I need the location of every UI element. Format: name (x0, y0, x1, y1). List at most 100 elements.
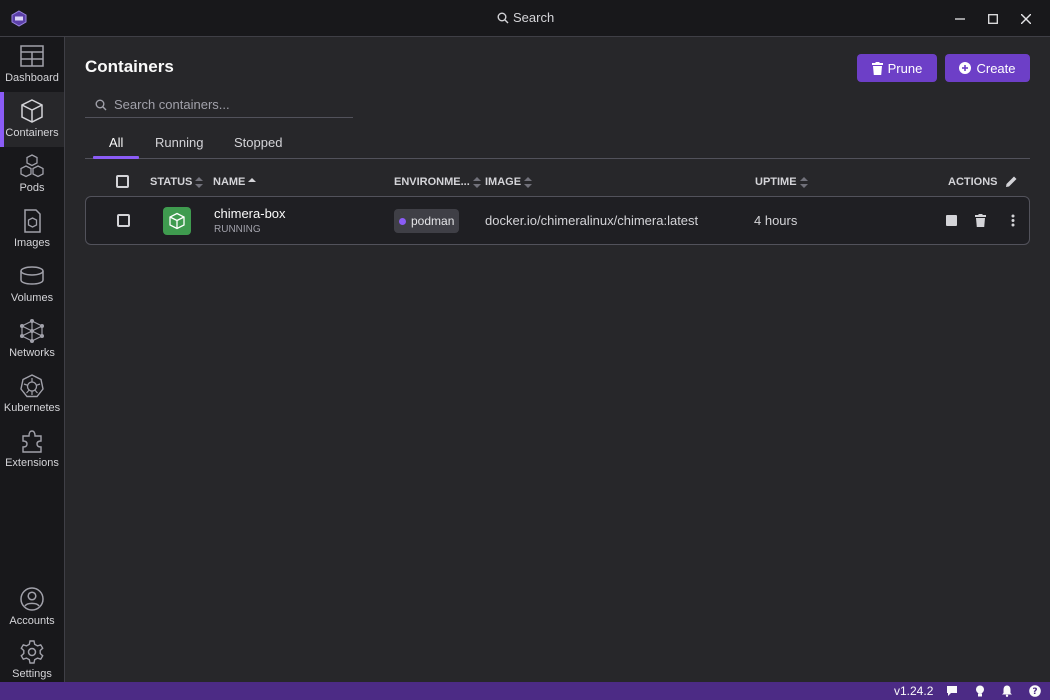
sidebar-item-volumes[interactable]: Volumes (0, 257, 64, 312)
table-row[interactable]: chimera-box RUNNING podman docker.io/chi… (85, 196, 1030, 245)
sidebar-item-kubernetes[interactable]: Kubernetes (0, 367, 64, 422)
environment-label: podman (411, 214, 455, 228)
minimize-icon (955, 18, 965, 20)
sidebar-item-networks[interactable]: Networks (0, 312, 64, 367)
tab-stopped[interactable]: Stopped (234, 135, 282, 159)
column-header-uptime[interactable]: UPTIME (755, 176, 808, 188)
prune-label: Prune (887, 60, 923, 76)
sidebar-item-accounts[interactable]: Accounts (0, 580, 64, 635)
search-input[interactable] (114, 97, 344, 112)
container-image: docker.io/chimeralinux/chimera:latest (485, 213, 699, 228)
image-icon (24, 209, 41, 233)
page-title: Containers (85, 57, 174, 76)
volume-icon (20, 266, 44, 285)
gear-icon (20, 640, 44, 664)
kubernetes-icon (20, 374, 44, 398)
column-header-name[interactable]: NAME (213, 176, 257, 188)
lightbulb-icon[interactable] (974, 685, 986, 697)
column-header-label: UPTIME (755, 176, 797, 188)
network-icon (20, 319, 44, 343)
column-header-label: ACTIONS (948, 176, 998, 188)
maximize-button[interactable] (983, 9, 1003, 29)
kebab-menu-icon (1011, 214, 1015, 226)
sidebar-item-extensions[interactable]: Extensions (0, 422, 64, 477)
version-label: v1.24.2 (894, 684, 934, 698)
bell-icon[interactable] (1001, 685, 1013, 697)
sort-icon (472, 176, 481, 188)
account-icon (20, 587, 44, 611)
stop-button[interactable] (943, 212, 959, 228)
search-icon (95, 99, 107, 110)
sidebar: Dashboard Containers Pods Images Volumes (0, 37, 65, 682)
edit-columns-icon[interactable] (1005, 175, 1018, 188)
container-cube-icon (21, 99, 43, 123)
column-header-label: STATUS (150, 176, 193, 188)
puzzle-icon (22, 430, 42, 453)
main-content: Containers Prune Create All Running Stop… (65, 37, 1050, 682)
prune-button[interactable]: Prune (857, 54, 937, 82)
help-icon[interactable]: ? (1029, 685, 1041, 697)
environment-badge: podman (394, 209, 460, 233)
title-search-button[interactable]: Search (497, 10, 554, 25)
sidebar-item-settings[interactable]: Settings (0, 633, 64, 688)
container-state: RUNNING (214, 224, 261, 235)
sidebar-item-label: Accounts (9, 615, 55, 627)
pods-icon (20, 154, 44, 178)
sidebar-item-label: Extensions (5, 457, 59, 469)
sort-icon (195, 176, 204, 188)
podman-desktop-logo-icon (11, 10, 27, 27)
title-search-label: Search (513, 10, 555, 25)
column-header-actions: ACTIONS (948, 176, 998, 188)
column-header-label: ENVIRONME... (394, 176, 470, 188)
delete-button[interactable] (972, 212, 988, 228)
plus-circle-icon (959, 62, 972, 74)
sidebar-item-label: Dashboard (5, 72, 59, 84)
sort-icon (799, 176, 808, 188)
chat-icon[interactable] (946, 685, 958, 697)
sidebar-item-label: Networks (9, 347, 55, 359)
stop-icon (945, 214, 957, 226)
column-header-image[interactable]: IMAGE (485, 176, 533, 188)
close-button[interactable] (1016, 9, 1036, 29)
tab-running[interactable]: Running (155, 135, 203, 159)
maximize-icon (988, 14, 998, 24)
dashboard-icon (20, 45, 44, 67)
column-header-status[interactable]: STATUS (150, 176, 204, 188)
close-icon (1021, 14, 1031, 24)
search-containers (85, 92, 353, 118)
environment-dot (399, 217, 406, 225)
container-uptime: 4 hours (754, 213, 798, 228)
status-bar: v1.24.2 ? (0, 682, 1050, 700)
sidebar-item-pods[interactable]: Pods (0, 147, 64, 202)
sidebar-item-label: Kubernetes (3, 402, 61, 414)
sidebar-item-label: Settings (12, 668, 52, 680)
minimize-button[interactable] (950, 9, 970, 29)
sort-icon (524, 176, 533, 188)
select-all-checkbox[interactable] (116, 175, 129, 188)
column-header-label: NAME (213, 176, 246, 188)
search-icon (497, 12, 509, 23)
active-tab-indicator (93, 156, 139, 159)
create-label: Create (976, 60, 1016, 76)
column-header-environment[interactable]: ENVIRONME... (394, 176, 481, 188)
create-button[interactable]: Create (945, 54, 1030, 82)
container-cube-icon (169, 212, 185, 230)
sidebar-item-dashboard[interactable]: Dashboard (0, 37, 64, 92)
tab-bar: All Running Stopped (85, 130, 1030, 159)
sidebar-item-label: Pods (19, 182, 45, 194)
sidebar-item-label: Containers (5, 127, 59, 139)
trash-icon (974, 213, 986, 227)
sidebar-item-images[interactable]: Images (0, 202, 64, 257)
column-header-label: IMAGE (485, 176, 522, 188)
sort-ascending-icon (248, 177, 257, 182)
sidebar-item-label: Images (13, 237, 51, 249)
svg-text:?: ? (1032, 687, 1037, 697)
sidebar-item-label: Volumes (10, 292, 54, 304)
more-options-button[interactable] (1005, 212, 1021, 228)
trash-icon (871, 61, 883, 75)
container-name[interactable]: chimera-box (214, 206, 286, 221)
row-checkbox[interactable] (117, 214, 130, 227)
titlebar: Search (0, 0, 1050, 37)
sidebar-item-containers[interactable]: Containers (0, 92, 64, 147)
status-running-indicator (163, 207, 191, 235)
